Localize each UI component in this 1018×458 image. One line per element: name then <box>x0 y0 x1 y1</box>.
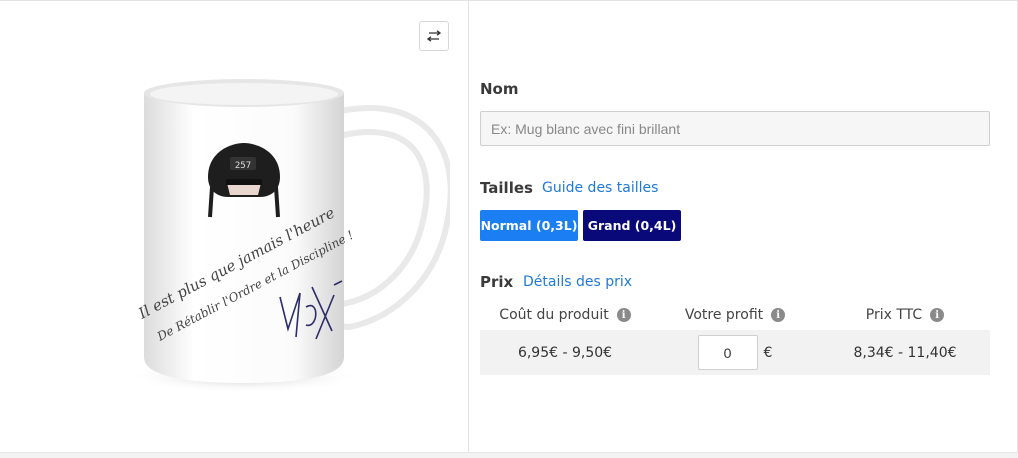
profit-currency: € <box>763 344 773 361</box>
header-price-ttc-label: Prix TTC <box>865 307 923 323</box>
bottom-divider <box>0 452 1018 458</box>
price-details-link[interactable]: Détails des prix <box>523 274 632 290</box>
profit-input[interactable] <box>697 335 758 370</box>
price-label: Prix <box>480 273 514 291</box>
product-form: Nom Tailles Guide des tailles Normal (0,… <box>470 1 1017 452</box>
swap-horizontal-icon <box>426 30 442 42</box>
table-row: 6,95€ - 9,50€ € 8,34€ - 11,40€ <box>480 330 990 375</box>
swap-view-button[interactable] <box>419 21 449 51</box>
size-grand-button[interactable]: Grand (0,4L) <box>583 210 681 241</box>
product-name-input[interactable] <box>480 111 990 146</box>
preview-panel: 257 Il est plus que jamais l'heure De Ré… <box>0 1 469 452</box>
header-price-ttc: Prix TTC i <box>820 303 990 327</box>
info-icon[interactable]: i <box>616 308 631 322</box>
sizes-label: Tailles <box>480 179 533 197</box>
svg-text:257: 257 <box>235 161 251 171</box>
product-image: 257 Il est plus que jamais l'heure De Ré… <box>120 67 454 397</box>
header-product-cost-label: Coût du produit <box>499 307 609 323</box>
header-product-cost: Coût du produit i <box>480 303 650 327</box>
info-icon[interactable]: i <box>771 308 786 322</box>
size-guide-link[interactable]: Guide des tailles <box>542 180 658 196</box>
header-profit: Votre profit i <box>650 303 820 327</box>
header-profit-label: Votre profit <box>684 307 764 323</box>
product-cost-value: 6,95€ - 9,50€ <box>517 344 613 361</box>
name-label: Nom <box>480 80 519 98</box>
price-ttc-value: 8,34€ - 11,40€ <box>853 344 957 361</box>
info-icon[interactable]: i <box>930 308 945 322</box>
profit-cell: € <box>650 330 820 375</box>
size-normal-button[interactable]: Normal (0,3L) <box>480 210 578 241</box>
